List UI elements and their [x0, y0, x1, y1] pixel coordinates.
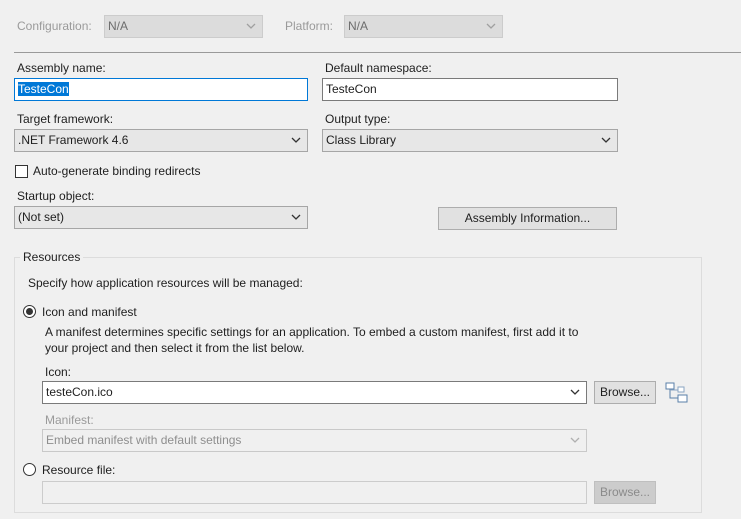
manifest-help-line1: A manifest determines specific settings … — [45, 325, 579, 339]
platform-value: N/A — [348, 19, 369, 33]
chevron-down-icon — [570, 437, 580, 444]
resource-browse-button: Browse... — [594, 481, 656, 504]
target-framework-label: Target framework: — [17, 112, 114, 126]
manifest-help-line2: your project and then select it from the… — [45, 341, 305, 355]
chevron-down-icon — [246, 23, 256, 30]
icon-label: Icon: — [45, 365, 72, 379]
resource-file-input — [42, 481, 587, 504]
chevron-down-icon — [291, 137, 301, 144]
icon-value: testeCon.ico — [46, 385, 113, 399]
chevron-down-icon — [291, 214, 301, 221]
manifest-select: Embed manifest with default settings — [42, 429, 587, 452]
default-namespace-input[interactable]: TesteCon — [322, 78, 618, 101]
startup-object-value: (Not set) — [18, 210, 65, 224]
manifest-label: Manifest: — [45, 413, 94, 427]
target-framework-value: .NET Framework 4.6 — [18, 133, 129, 147]
platform-label: Platform: — [285, 19, 334, 33]
icon-select[interactable]: testeCon.ico — [42, 381, 587, 404]
assembly-information-button[interactable]: Assembly Information... — [438, 207, 617, 230]
output-type-label: Output type: — [325, 112, 391, 126]
configuration-label: Configuration: — [17, 19, 92, 33]
resource-file-label: Resource file: — [42, 463, 116, 477]
icon-browse-button[interactable]: Browse... — [594, 381, 656, 404]
chevron-down-icon — [601, 137, 611, 144]
startup-object-label: Startup object: — [17, 189, 95, 203]
auto-binding-label: Auto-generate binding redirects — [33, 164, 201, 178]
assembly-name-label: Assembly name: — [17, 61, 106, 75]
auto-binding-checkbox[interactable] — [15, 165, 28, 178]
output-type-select[interactable]: Class Library — [322, 129, 618, 152]
resources-description: Specify how application resources will b… — [28, 276, 303, 290]
chevron-down-icon — [486, 23, 496, 30]
radio-selected-dot — [26, 308, 33, 315]
platform-select: N/A — [344, 15, 503, 38]
icon-manifest-radio[interactable] — [23, 305, 36, 318]
view-icon-hierarchy-icon[interactable] — [664, 381, 690, 404]
icon-manifest-label: Icon and manifest — [42, 305, 137, 319]
startup-object-select[interactable]: (Not set) — [14, 206, 308, 229]
configuration-select: N/A — [104, 15, 263, 38]
manifest-value: Embed manifest with default settings — [46, 433, 242, 447]
resource-file-radio[interactable] — [23, 463, 36, 476]
chevron-down-icon — [570, 389, 580, 396]
default-namespace-label: Default namespace: — [325, 61, 432, 75]
target-framework-select[interactable]: .NET Framework 4.6 — [14, 129, 308, 152]
default-namespace-value: TesteCon — [326, 82, 377, 96]
resources-group-title: Resources — [20, 250, 84, 264]
header-divider — [14, 52, 741, 53]
output-type-value: Class Library — [326, 133, 397, 147]
assembly-name-input[interactable]: TesteCon — [14, 78, 308, 101]
configuration-value: N/A — [108, 19, 129, 33]
assembly-name-value: TesteCon — [18, 82, 69, 96]
